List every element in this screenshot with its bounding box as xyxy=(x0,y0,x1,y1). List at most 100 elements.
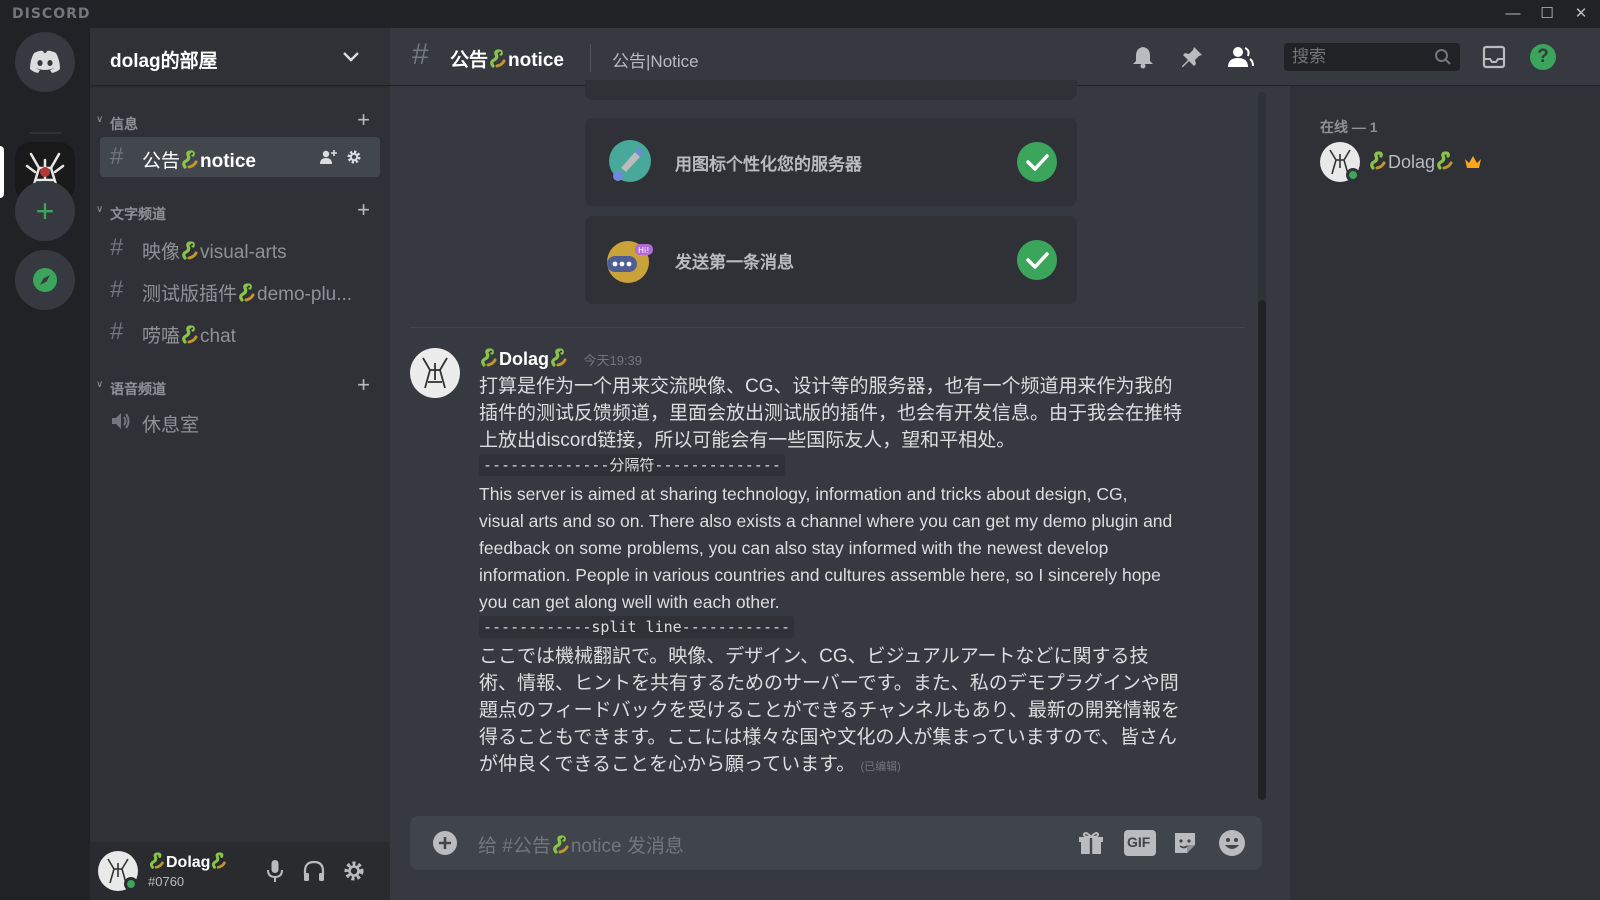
plus-icon: + xyxy=(35,193,55,229)
explore-servers-button[interactable] xyxy=(15,250,75,310)
message-author[interactable]: Dolag xyxy=(499,349,549,369)
server-header[interactable]: dolag的部屋 xyxy=(90,28,390,86)
gif-button[interactable]: GIF xyxy=(1124,830,1156,856)
setup-card-message[interactable]: Hi! 发送第一条消息 xyxy=(585,216,1077,304)
message-composer[interactable]: 给 #公告 notice 发消息 GIF xyxy=(410,816,1262,870)
hash-icon: # xyxy=(110,234,124,261)
message-input-placeholder[interactable]: 给 #公告 notice 发消息 xyxy=(478,831,684,858)
close-button[interactable]: ✕ xyxy=(1568,3,1594,25)
chevron-down-icon: ∨ xyxy=(96,114,104,125)
user-avatar[interactable] xyxy=(98,851,138,891)
category-info[interactable]: ∨ 信息 + xyxy=(90,109,390,133)
category-label: 信息 xyxy=(110,116,138,132)
minimize-button[interactable]: — xyxy=(1500,3,1526,25)
message-line: This server is aimed at sharing technolo… xyxy=(479,484,1128,504)
add-attachment-icon[interactable] xyxy=(432,830,458,856)
message-line: 插件的测试反馈频道，里面会放出测试版的插件，也会有开发信息。由于我会在推特 xyxy=(479,403,1183,424)
emoji-picker-icon[interactable] xyxy=(1218,829,1246,857)
edited-label: (已编辑) xyxy=(860,761,901,773)
scrollbar-thumb[interactable] xyxy=(1258,300,1266,800)
message-avatar[interactable] xyxy=(410,348,460,398)
sticker-icon[interactable] xyxy=(1172,830,1198,856)
add-server-button[interactable]: + xyxy=(15,181,75,241)
online-status-icon xyxy=(1346,168,1360,182)
channel-name: 唠嗑 chat xyxy=(142,325,236,347)
snake-emoji-icon xyxy=(182,241,198,260)
search-icon xyxy=(1435,49,1451,65)
message-divider xyxy=(410,327,1245,328)
channel-chat[interactable]: # 唠嗑 chat xyxy=(100,312,380,352)
inline-code-separator: --------------分隔符-------------- xyxy=(479,454,785,476)
category-label: 文字频道 xyxy=(110,206,166,222)
gift-icon[interactable] xyxy=(1078,830,1104,856)
message-line: visual arts and so on. There also exists… xyxy=(479,511,1173,531)
gif-label: GIF xyxy=(1127,834,1151,850)
help-icon[interactable]: ? xyxy=(1530,44,1556,70)
pin-icon[interactable] xyxy=(1180,45,1204,69)
online-header: 在线 — 1 xyxy=(1320,119,1378,135)
message-line: feedback on some problems, you can also … xyxy=(479,538,1109,558)
channel-name: 测试版插件 demo-plu... xyxy=(142,283,353,305)
message-line: 打算是作为一个用来交流映像、CG、设计等的服务器，也有一个频道用来作为我的 xyxy=(479,376,1173,397)
voice-channel-rest[interactable]: 休息室 xyxy=(100,401,380,441)
message-area: 用图标个性化您的服务器 Hi! 发送第一条消息 Dolag 今天19:39 打算… xyxy=(390,80,1290,900)
user-panel: Dolag #0760 xyxy=(90,842,390,900)
message-line: ここでは機械翻訳で。映像、デザイン、CG、ビジュアルアートなどに関する技 xyxy=(479,646,1149,667)
inline-code-split-line: ------------split line------------ xyxy=(479,616,795,638)
member-item[interactable]: Dolag xyxy=(1310,138,1590,184)
avatar-art-icon xyxy=(422,357,448,389)
category-text[interactable]: ∨ 文字频道 + xyxy=(90,199,390,223)
invite-user-icon[interactable] xyxy=(319,149,337,165)
snake-emoji-icon xyxy=(182,325,198,344)
create-channel-plus-icon[interactable]: + xyxy=(357,109,370,131)
snake-emoji-icon xyxy=(481,348,497,367)
rail-separator xyxy=(29,132,61,134)
message-line: 題点のフィードバックを受けることができるチャンネルもあり、最新の開発情報を xyxy=(479,700,1180,721)
home-button[interactable] xyxy=(15,32,75,92)
microphone-icon[interactable] xyxy=(265,859,285,883)
category-voice[interactable]: ∨ 语音频道 + xyxy=(90,374,390,398)
compass-icon xyxy=(33,268,57,292)
setup-card-label: 用图标个性化您的服务器 xyxy=(675,155,862,174)
server-name: dolag的部屋 xyxy=(110,51,218,72)
member-list-icon[interactable] xyxy=(1226,45,1254,69)
snake-emoji-icon xyxy=(182,150,198,169)
channel-topic: 公告|Notice xyxy=(612,52,699,71)
channel-name: 公告 notice xyxy=(142,150,256,172)
discord-wordmark: DISCORD xyxy=(12,6,91,22)
search-input[interactable] xyxy=(1284,43,1424,71)
setup-card-icon[interactable]: 用图标个性化您的服务器 xyxy=(585,118,1077,206)
user-settings-gear-icon[interactable] xyxy=(343,860,365,882)
channel-visual-arts[interactable]: # 映像 visual-arts xyxy=(100,228,380,268)
maximize-button[interactable]: ☐ xyxy=(1534,3,1560,25)
message-timestamp: 今天19:39 xyxy=(583,353,643,368)
create-channel-plus-icon[interactable]: + xyxy=(357,199,370,221)
create-channel-plus-icon[interactable]: + xyxy=(357,374,370,396)
channel-notice[interactable]: # 公告 notice xyxy=(100,137,380,177)
message-line: information. People in various countries… xyxy=(479,565,1161,585)
chevron-down-icon: ∨ xyxy=(96,204,104,215)
message-body: 打算是作为一个用来交流映像、CG、设计等的服务器，也有一个频道用来作为我的 插件… xyxy=(479,373,1249,781)
svg-text:Hi!: Hi! xyxy=(638,246,649,255)
snake-emoji-icon xyxy=(1437,151,1453,170)
search-box[interactable] xyxy=(1284,43,1460,71)
discord-logo-icon xyxy=(30,50,60,73)
selected-indicator xyxy=(0,146,4,198)
message-line-last: が仲良くできることを心から願っています。 (已编辑) xyxy=(479,754,901,775)
chevron-down-icon xyxy=(343,52,359,62)
gear-icon[interactable] xyxy=(346,149,362,165)
scrollbar-track[interactable] xyxy=(1258,92,1266,800)
snake-emoji-icon xyxy=(212,852,227,869)
channel-sidebar: dolag的部屋 ∨ 信息 + # 公告 notice ∨ 文字频道 + # 映像… xyxy=(90,28,390,900)
bell-icon[interactable] xyxy=(1131,45,1155,69)
paintbrush-icon xyxy=(609,140,651,182)
hash-icon: # xyxy=(110,276,124,303)
member-list: 在线 — 1 Dolag xyxy=(1290,86,1600,900)
headphones-icon[interactable] xyxy=(302,859,326,883)
message-line: you can get along well with each other. xyxy=(479,592,780,612)
snake-emoji-icon xyxy=(551,348,567,367)
channel-demo-plugin[interactable]: # 测试版插件 demo-plu... xyxy=(100,270,380,310)
inbox-icon[interactable] xyxy=(1482,45,1506,69)
message-line: 術、情報、ヒントを共有するためのサーバーです。また、私のデモプラグインや問 xyxy=(479,673,1179,694)
snake-emoji-icon xyxy=(552,835,569,854)
